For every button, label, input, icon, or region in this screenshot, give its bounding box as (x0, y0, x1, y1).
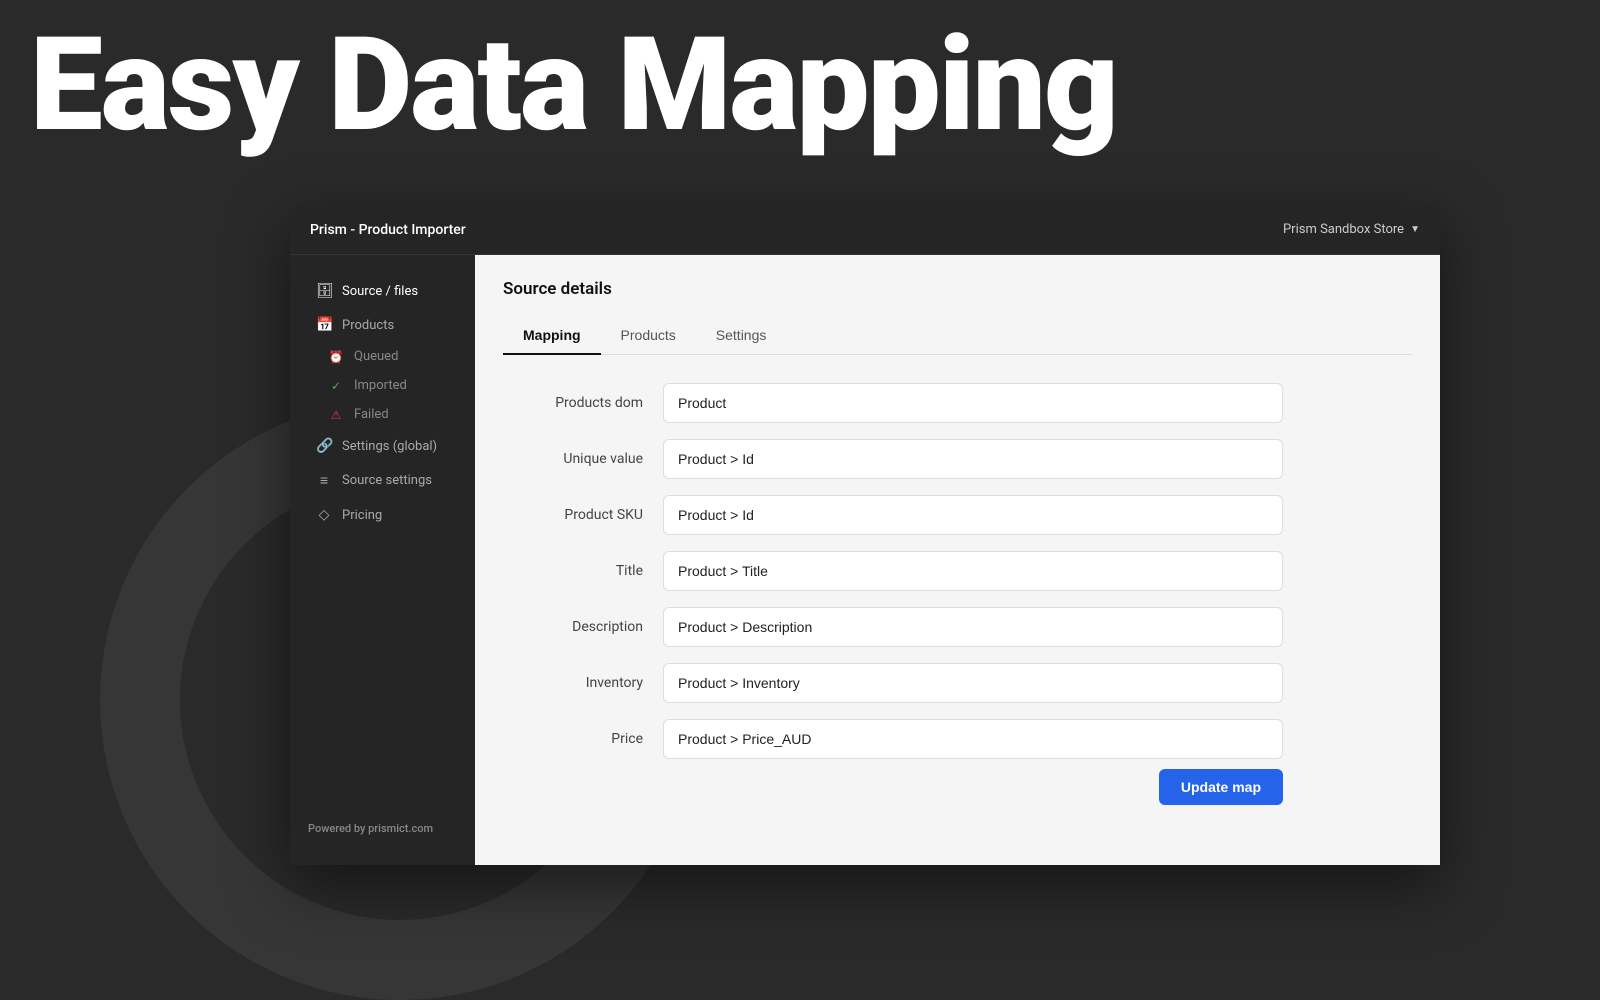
input-unique-value[interactable] (663, 439, 1283, 479)
sidebar-sub-item-queued[interactable]: ⏰ Queued (290, 343, 475, 370)
warning-icon: ⚠ (328, 408, 344, 422)
sidebar-sub-label: Queued (354, 349, 398, 364)
main-content: Source details Mapping Products Settings… (475, 255, 1440, 865)
app-title: Prism - Product Importer (310, 222, 466, 238)
label-products-dom: Products dom (503, 395, 643, 411)
sidebar-footer: Powered by prismict.com (290, 812, 475, 845)
lines-icon: ≡ (316, 472, 332, 489)
tabs-bar: Mapping Products Settings (503, 317, 1412, 355)
label-inventory: Inventory (503, 675, 643, 691)
form-row-title: Title (503, 551, 1283, 591)
sidebar-sub-label: Failed (354, 407, 389, 422)
link-icon: 🔗 (316, 438, 332, 454)
form-actions: Update map (503, 769, 1283, 805)
label-product-sku: Product SKU (503, 507, 643, 523)
source-details: Source details Mapping Products Settings… (475, 255, 1440, 829)
input-inventory[interactable] (663, 663, 1283, 703)
footer-brand: prismict.com (368, 822, 433, 835)
input-description[interactable] (663, 607, 1283, 647)
sidebar-sub-item-imported[interactable]: ✓ Imported (290, 372, 475, 399)
form-row-inventory: Inventory (503, 663, 1283, 703)
label-title: Title (503, 563, 643, 579)
sidebar-item-label: Pricing (342, 508, 382, 523)
tab-settings[interactable]: Settings (696, 317, 787, 355)
form-row-price: Price (503, 719, 1283, 759)
update-map-button[interactable]: Update map (1159, 769, 1283, 805)
form-row-description: Description (503, 607, 1283, 647)
input-price[interactable] (663, 719, 1283, 759)
form-row-products-dom: Products dom (503, 383, 1283, 423)
form-row-product-sku: Product SKU (503, 495, 1283, 535)
label-price: Price (503, 731, 643, 747)
sidebar-item-label: Source / files (342, 284, 418, 299)
sidebar-item-settings-global[interactable]: 🔗 Settings (global) (298, 430, 467, 462)
calendar-icon: 📅 (316, 317, 332, 333)
sidebar-nav: 🗄 Source / files 📅 Products ⏰ Queued ✓ I… (290, 275, 475, 531)
form-row-unique-value: Unique value (503, 439, 1283, 479)
hero-title: Easy Data Mapping (30, 20, 1117, 150)
sidebar-sub-item-failed[interactable]: ⚠ Failed (290, 401, 475, 428)
label-description: Description (503, 619, 643, 635)
sidebar-sub-label: Imported (354, 378, 407, 393)
app-window: Prism - Product Importer Prism Sandbox S… (290, 205, 1440, 865)
sidebar-item-products[interactable]: 📅 Products (298, 309, 467, 341)
queued-icon: ⏰ (328, 350, 344, 364)
sidebar-item-label: Products (342, 318, 394, 333)
tab-mapping[interactable]: Mapping (503, 317, 601, 355)
tab-products[interactable]: Products (601, 317, 696, 355)
input-products-dom[interactable] (663, 383, 1283, 423)
store-selector[interactable]: Prism Sandbox Store (1283, 222, 1420, 237)
title-bar: Prism - Product Importer Prism Sandbox S… (290, 205, 1440, 255)
footer-prefix: Powered by (308, 822, 368, 835)
sidebar-item-pricing[interactable]: ◇ Pricing (298, 499, 467, 531)
database-icon: 🗄 (316, 283, 332, 299)
checkmark-icon: ✓ (328, 379, 344, 393)
sidebar: 🗄 Source / files 📅 Products ⏰ Queued ✓ I… (290, 255, 475, 865)
input-title[interactable] (663, 551, 1283, 591)
diamond-icon: ◇ (316, 507, 332, 523)
source-details-title: Source details (503, 279, 1412, 299)
app-layout: 🗄 Source / files 📅 Products ⏰ Queued ✓ I… (290, 255, 1440, 865)
mapping-form: Products dom Unique value Product SKU Ti… (503, 383, 1283, 759)
sidebar-item-source-files[interactable]: 🗄 Source / files (298, 275, 467, 307)
sidebar-item-label: Source settings (342, 473, 432, 488)
sidebar-item-source-settings[interactable]: ≡ Source settings (298, 464, 467, 497)
input-product-sku[interactable] (663, 495, 1283, 535)
label-unique-value: Unique value (503, 451, 643, 467)
sidebar-item-label: Settings (global) (342, 439, 437, 454)
